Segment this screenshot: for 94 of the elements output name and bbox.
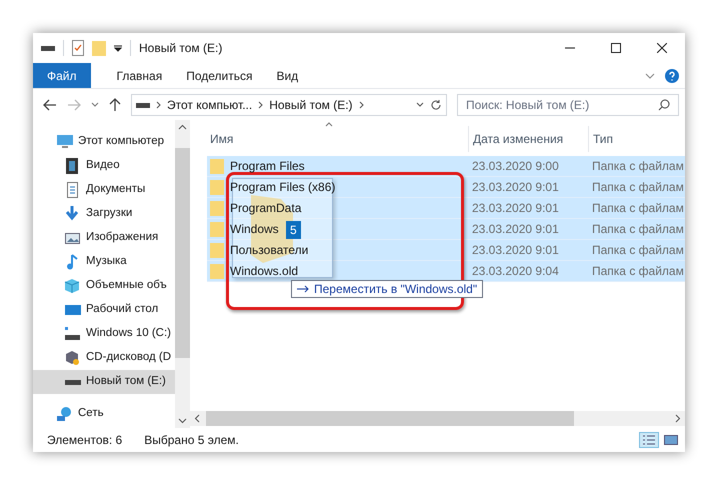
cube-icon [64,278,82,294]
file-name: Пользователи [230,242,308,259]
ribbon-tab[interactable]: Файл [33,63,91,88]
sort-caret-icon [325,122,333,127]
date-cell: 23.03.2020 9:01 [472,201,559,215]
caret-icon[interactable] [416,102,424,108]
date-cell: 23.03.2020 9:01 [472,243,559,257]
date-cell: 23.03.2020 9:01 [472,180,559,194]
drive-icon [64,326,82,342]
type-cell: Папка с файлам [592,180,684,194]
maximize-icon [611,43,621,53]
file-name: Windows.old [230,263,298,280]
checklist-icon[interactable] [72,40,84,56]
sidebar-item[interactable]: Windows 10 (C:) [33,322,175,346]
monitor-icon [56,134,74,150]
ribbon-tab[interactable]: Главная [104,63,174,88]
folder-icon [210,263,224,279]
folder-icon [210,221,224,237]
sidebar-item[interactable]: CD-дисковод (D [33,346,175,370]
date-cell: 23.03.2020 9:00 [472,159,559,173]
picture-icon [64,230,82,246]
type-cell: Папка с файлам [592,201,684,215]
drive-icon [65,380,81,384]
folder-icon [210,242,224,258]
folder-icon [210,200,224,216]
arrow-icon [297,285,309,293]
sidebar-item[interactable]: Документы [33,178,175,202]
file-row[interactable]: Program Files (x86) 23.03.2020 9:01 Папка с файлам [207,177,685,198]
folder-icon [210,179,224,195]
scroll-up-icon[interactable] [178,124,187,130]
scrollbar[interactable] [175,120,190,428]
file-name: ProgramData [230,200,302,217]
horizontal-scrollbar[interactable] [190,411,685,426]
sidebar-item[interactable]: Новый том (E:) [33,370,175,394]
type-cell: Папка с файлам [592,264,684,278]
date-cell: 23.03.2020 9:04 [472,264,559,278]
ribbon-tab[interactable]: Вид [264,63,310,88]
type-cell: Папка с файлам [592,243,684,257]
file-name: Windows [230,221,279,238]
sidebar-item[interactable]: Этот компьютер [33,130,175,154]
chevron-right-icon[interactable] [258,100,264,108]
caret-icon[interactable] [91,102,99,108]
file-name: Program Files [230,158,305,175]
breadcrumb[interactable]: Этот компьют... [167,96,252,114]
item-count-badge: 5 [286,221,301,239]
up-arrow-icon[interactable] [109,98,121,112]
dropdown-icon[interactable] [114,44,122,52]
window-title: Новый том (E:) [139,40,222,57]
column-header[interactable]: Дата изменения [473,130,564,148]
sidebar-item[interactable]: Загрузки [33,202,175,226]
chevron-right-icon[interactable] [358,100,364,108]
details-view-icon[interactable] [639,432,659,448]
drive-icon [136,100,150,108]
type-cell: Папка с файлам [592,222,684,236]
status-text: Элементов: 6 [47,432,122,449]
drive-icon[interactable] [41,44,55,52]
breadcrumb[interactable]: Новый том (E:) [269,96,353,114]
sidebar-item[interactable]: Видео [33,154,175,178]
date-cell: 23.03.2020 9:01 [472,222,559,236]
type-cell: Папка с файлам [592,159,684,173]
chevron-right-icon[interactable] [156,100,161,108]
status-text: Выбрано 5 элем. [144,432,239,449]
desktop-icon [64,302,82,318]
scrollbar-thumb[interactable] [175,148,190,358]
sidebar-item[interactable]: Изображения [33,226,175,250]
file-row[interactable]: Пользователи 23.03.2020 9:01 Папка с файлам [207,240,685,261]
file-name: Program Files (x86) [230,179,336,196]
address-field[interactable]: Этот компьют... Новый том (E:) [131,94,447,116]
sidebar-item[interactable]: Музыка [33,250,175,274]
column-header[interactable]: Тип [593,130,614,148]
back-arrow-icon[interactable] [43,98,57,110]
file-row[interactable]: Program Files 23.03.2020 9:00 Папка с файлам [207,156,685,177]
chevron-icon[interactable] [645,72,655,78]
column-header[interactable]: Имя [210,130,234,148]
scroll-left-icon[interactable] [194,414,200,423]
cd-drive-icon [64,350,82,366]
tooltip-text: Переместить в "Windows.old" [314,281,478,298]
help-icon[interactable] [665,68,679,82]
sidebar-item[interactable]: Сеть [33,402,175,426]
sidebar-item[interactable]: Объемные объ [33,274,175,298]
refresh-icon[interactable] [430,98,442,110]
close-icon [657,43,667,53]
network-icon [56,406,74,422]
search-field[interactable]: Поиск: Новый том (E:) [457,94,679,116]
folder-icon [210,158,224,174]
sidebar-item[interactable]: Рабочий стол [33,298,175,322]
file-row[interactable]: ProgramData 23.03.2020 9:01 Папка с файлам [207,198,685,219]
scrollbar-thumb[interactable] [206,411,574,426]
ribbon-tab[interactable]: Поделиться [174,63,264,88]
large-icons-view-icon[interactable] [663,432,679,448]
search-icon [658,98,670,110]
file-row[interactable]: Windows.old 23.03.2020 9:04 Папка с файлам [207,261,685,282]
scroll-down-icon[interactable] [178,418,187,424]
scroll-right-icon[interactable] [675,414,681,423]
